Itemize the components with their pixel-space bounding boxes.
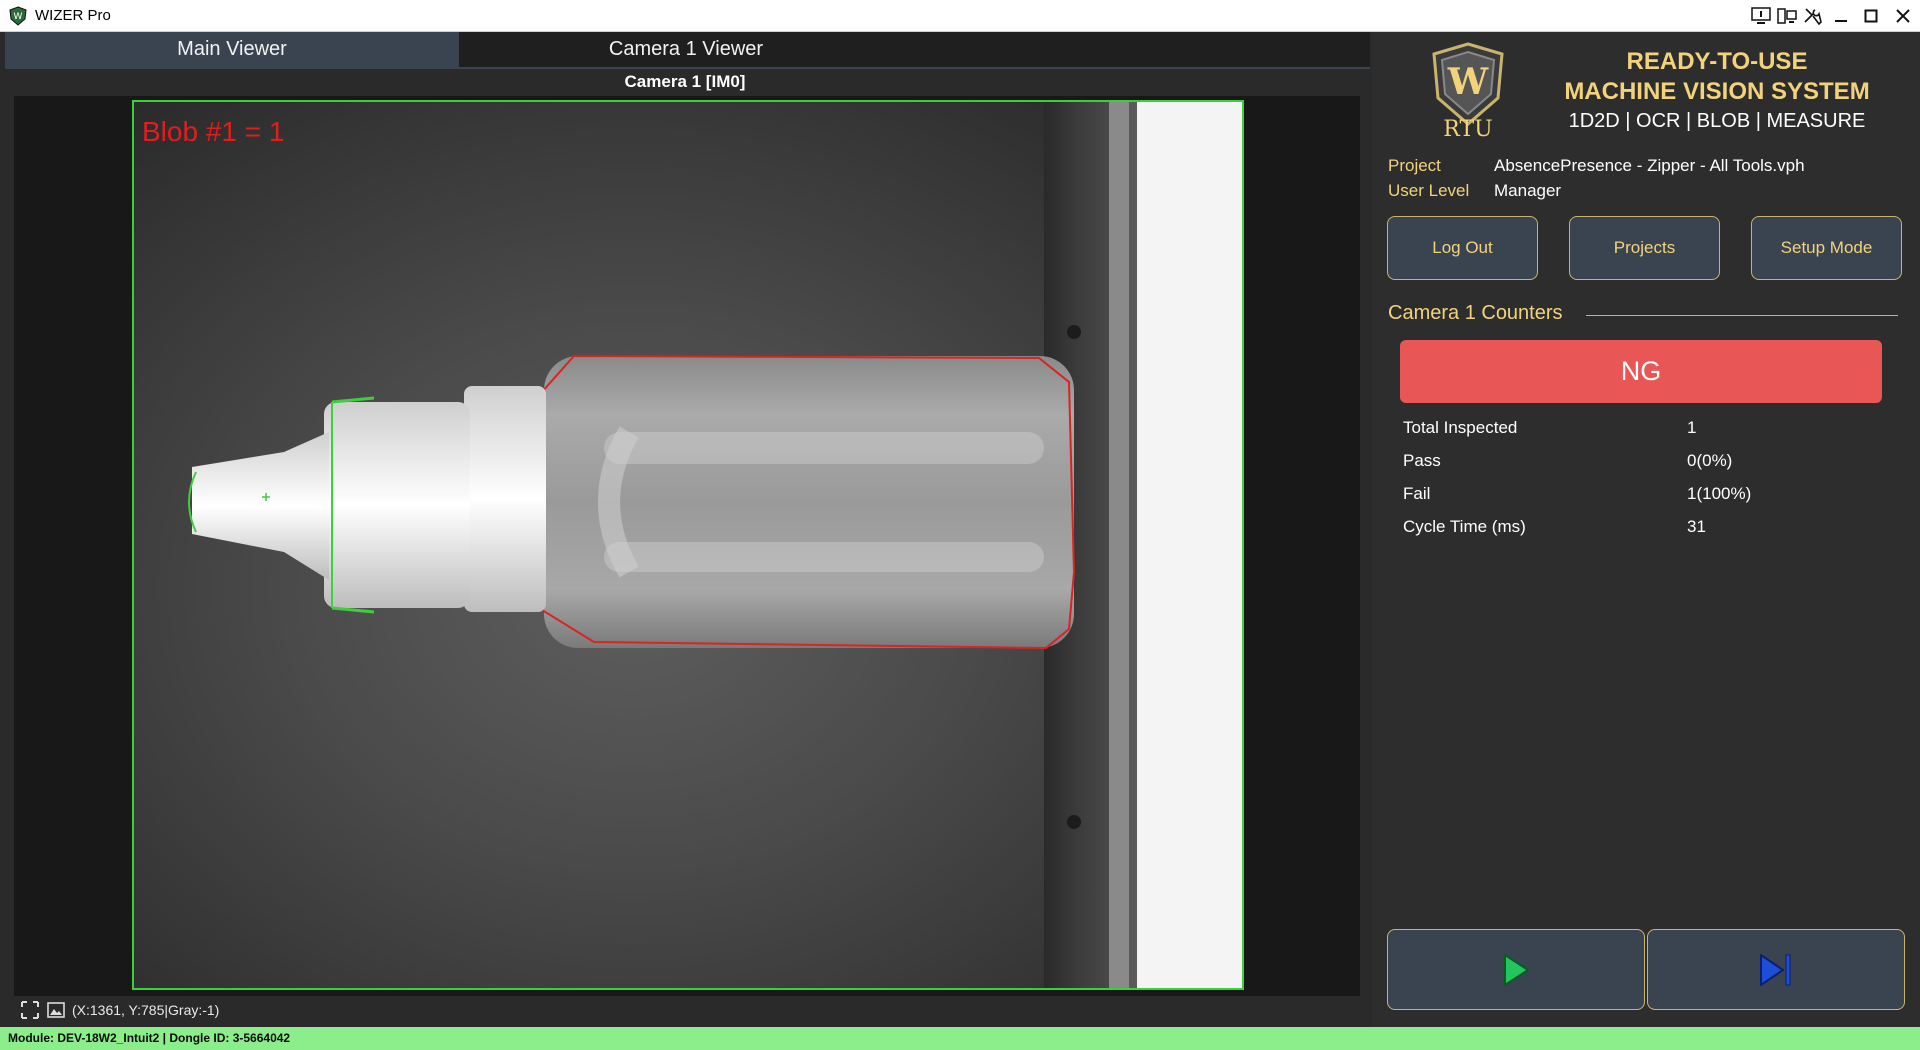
coordinate-readout: (X:1361, Y:785|Gray:-1)	[20, 998, 219, 1022]
pixel-coordinates: (X:1361, Y:785|Gray:-1)	[72, 1002, 220, 1018]
play-icon	[1504, 953, 1529, 986]
counter-value: 0(0%)	[1687, 451, 1733, 470]
counter-label: Pass	[1403, 451, 1441, 470]
user-level-label: User Level	[1388, 181, 1470, 200]
viewer-tabs: Main Viewer Camera 1 Viewer	[5, 32, 1370, 69]
user-level-row: User Level Manager	[1388, 181, 1561, 201]
tab-camera-1-viewer[interactable]: Camera 1 Viewer	[459, 32, 913, 67]
monitor-info-icon[interactable]	[1748, 0, 1774, 32]
counter-row: Fail 1(100%)	[1403, 484, 1751, 504]
counter-label: Cycle Time (ms)	[1403, 517, 1526, 536]
counter-row: Cycle Time (ms) 31	[1403, 517, 1706, 537]
module-status-bar: Module: DEV-18W2_Intuit2 | Dongle ID: 3-…	[0, 1027, 1920, 1050]
counter-row: Pass 0(0%)	[1403, 451, 1732, 471]
counter-label: Total Inspected	[1403, 418, 1518, 437]
logout-button[interactable]: Log Out	[1387, 216, 1538, 280]
step-forward-icon	[1760, 953, 1791, 986]
app-icon: W	[9, 5, 27, 26]
projects-button[interactable]: Projects	[1569, 216, 1720, 280]
blob-result-label: Blob #1 = 1	[142, 116, 285, 147]
image-view-icon[interactable]	[46, 1000, 66, 1020]
camera-label: Camera 1 [IM0]	[624, 72, 746, 91]
brand-features: 1D2D | OCR | BLOB | MEASURE	[1568, 110, 1866, 132]
devices-icon[interactable]	[1774, 0, 1800, 32]
svg-text:W: W	[14, 12, 23, 22]
rtu-logo: W RTU	[1432, 42, 1504, 138]
setup-mode-button[interactable]: Setup Mode	[1751, 216, 1902, 280]
counters-section-title: Camera 1 Counters	[1388, 302, 1563, 324]
svg-text:W: W	[1447, 61, 1489, 103]
maximize-icon[interactable]	[1856, 0, 1886, 32]
minimize-icon[interactable]	[1826, 0, 1856, 32]
image-viewer[interactable]: Blob #1 = 1	[14, 96, 1360, 996]
run-button[interactable]	[1387, 929, 1645, 1010]
counter-label: Fail	[1403, 484, 1431, 503]
camera-image-graphic	[188, 102, 1242, 988]
inspection-image[interactable]: Blob #1 = 1	[132, 100, 1244, 990]
project-label: Project	[1388, 156, 1441, 175]
brand-title-line2: MACHINE VISION SYSTEM	[1564, 78, 1870, 105]
inspection-result-badge: NG	[1400, 340, 1882, 403]
section-divider	[1586, 315, 1898, 316]
project-value: AbsencePresence - Zipper - All Tools.vph	[1494, 156, 1805, 175]
svg-text:RTU: RTU	[1443, 117, 1492, 138]
user-level-value: Manager	[1494, 181, 1562, 200]
counter-value: 1	[1687, 418, 1697, 437]
title-bar: W WIZER Pro	[0, 0, 1920, 32]
counter-value: 1(100%)	[1687, 484, 1752, 503]
project-row: Project AbsencePresence - Zipper - All T…	[1388, 156, 1805, 176]
settings-tools-icon[interactable]	[1800, 0, 1826, 32]
brand-title-line1: READY-TO-USE	[1626, 48, 1808, 75]
fit-to-window-icon[interactable]	[20, 1000, 40, 1020]
single-step-button[interactable]	[1647, 929, 1905, 1010]
counter-value: 31	[1687, 517, 1706, 536]
tab-main-viewer[interactable]: Main Viewer	[5, 32, 459, 67]
counter-row: Total Inspected 1	[1403, 418, 1696, 438]
close-icon[interactable]	[1886, 0, 1920, 32]
window-title: WIZER Pro	[35, 7, 111, 24]
control-panel: W RTU READY-TO-USE MACHINE VISION SYSTEM…	[1372, 32, 1920, 1027]
